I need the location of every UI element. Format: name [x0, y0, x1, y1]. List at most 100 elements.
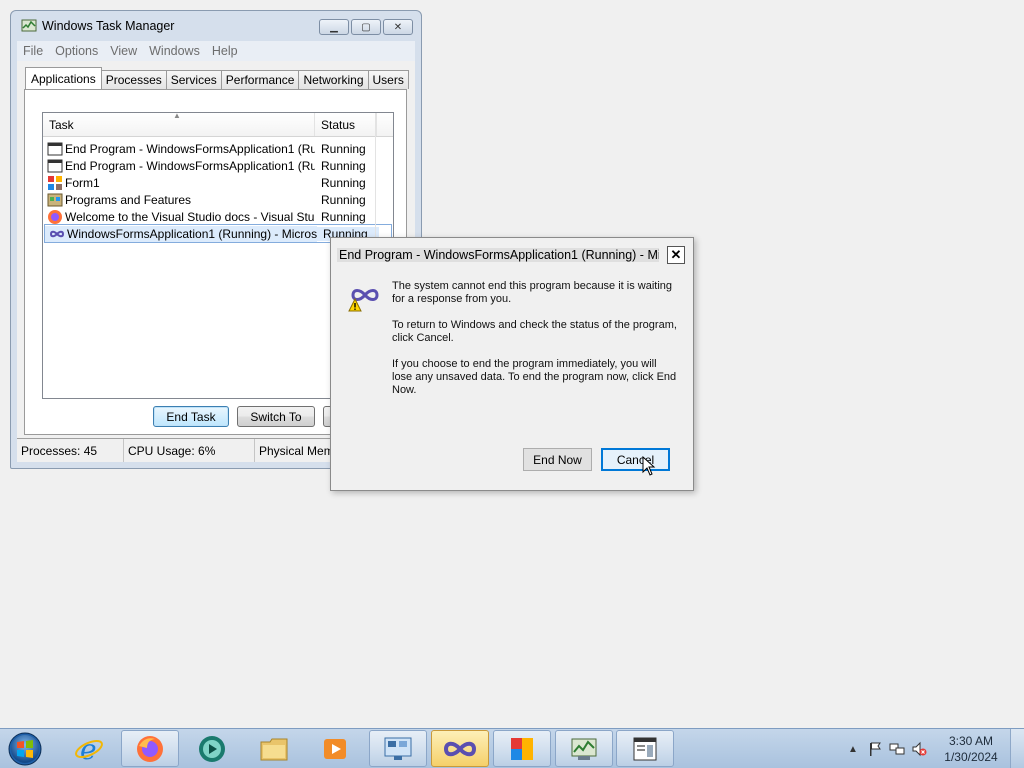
dialog-close-button[interactable]: ✕	[667, 246, 685, 264]
message-paragraph: If you choose to end the program immedia…	[392, 358, 677, 396]
network-icon[interactable]	[889, 741, 905, 757]
firefox-icon	[137, 735, 163, 762]
visual-studio-icon	[443, 741, 477, 756]
form-icon	[48, 175, 62, 190]
tab-performance[interactable]: Performance	[220, 70, 300, 89]
column-status-label: Status	[321, 117, 356, 132]
column-task[interactable]: ▲ Task	[43, 113, 315, 136]
clock-time: 3:30 AM	[948, 734, 994, 748]
task-manager-icon	[571, 738, 597, 760]
clock-date: 1/30/2024	[944, 750, 998, 764]
form1-icon	[511, 737, 533, 760]
taskbar: e ▲ 3:30 AM 1/30/2024	[0, 728, 1024, 768]
svg-text:e: e	[80, 734, 97, 764]
task-name: End Program - WindowsFormsApplication1 (…	[65, 141, 315, 156]
task-manager-icon	[21, 19, 37, 32]
menu-view[interactable]: View	[110, 44, 137, 58]
taskbar-form1[interactable]	[493, 730, 551, 767]
taskbar-visual-studio[interactable]	[431, 730, 489, 767]
end-task-button[interactable]: End Task	[153, 406, 229, 427]
tab-applications[interactable]: Applications	[25, 67, 102, 89]
menu-bar: File Options View Windows Help	[17, 41, 415, 61]
minimize-button[interactable]: ▁	[319, 19, 349, 35]
tab-strip: Applications Processes Services Performa…	[25, 67, 409, 89]
end-now-button[interactable]: End Now	[523, 448, 592, 471]
start-button-icon[interactable]	[6, 731, 44, 767]
file-explorer-icon	[260, 738, 288, 760]
switch-to-button[interactable]: Switch To	[237, 406, 315, 427]
task-rows: End Program - WindowsFormsApplication1 (…	[43, 137, 393, 243]
window-icon	[47, 142, 63, 155]
task-status: Running	[321, 209, 366, 224]
warning-program-icon	[348, 289, 379, 312]
window-icon	[47, 159, 63, 172]
message-paragraph: To return to Windows and check the statu…	[392, 319, 677, 344]
status-processes: Processes: 45	[17, 439, 124, 462]
taskbar-media-player[interactable]	[306, 730, 364, 767]
taskbar-firefox[interactable]	[121, 730, 179, 767]
media-player-icon	[324, 738, 346, 759]
task-status: Running	[321, 192, 366, 207]
task-name: WindowsFormsApplication1 (Running) - Mic…	[67, 226, 317, 241]
tab-services[interactable]: Services	[165, 70, 222, 89]
taskbar-control-panel[interactable]	[369, 730, 427, 767]
minimize-icon: ▁	[330, 21, 338, 33]
task-name: End Program - WindowsFormsApplication1 (…	[65, 158, 315, 173]
task-manager-titlebar[interactable]: Windows Task Manager ▁ ▢ ✕	[11, 11, 421, 41]
dialog-message: The system cannot end this program becau…	[392, 280, 677, 410]
programs-icon	[47, 193, 63, 206]
dialog-titlebar[interactable]: End Program - WindowsFormsApplication1 (…	[337, 244, 687, 266]
cancel-button[interactable]: Cancel	[601, 448, 670, 471]
task-status: Running	[321, 175, 366, 190]
close-button[interactable]: ✕	[383, 19, 413, 35]
menu-windows[interactable]: Windows	[149, 44, 200, 58]
show-hidden-icons-icon[interactable]: ▲	[845, 741, 861, 757]
menu-file[interactable]: File	[23, 44, 43, 58]
visual-studio-icon	[49, 230, 65, 237]
close-icon: ✕	[393, 21, 403, 33]
maximize-icon: ▢	[361, 21, 371, 33]
taskbar-task-manager[interactable]	[555, 730, 613, 767]
show-desktop-button[interactable]	[1010, 729, 1024, 768]
internet-explorer-icon: e	[75, 734, 103, 764]
column-status[interactable]: Status	[315, 113, 377, 136]
dialog-title: End Program - WindowsFormsApplication1 (…	[337, 248, 659, 262]
system-tray: ▲ 3:30 AM 1/30/2024	[842, 729, 1024, 768]
taskbar-internet-explorer[interactable]: e	[60, 730, 118, 767]
volume-muted-icon[interactable]	[911, 741, 927, 757]
table-row[interactable]: Form1 Running	[43, 174, 393, 191]
table-row[interactable]: Welcome to the Visual Studio docs - Visu…	[43, 208, 393, 225]
table-row[interactable]: End Program - WindowsFormsApplication1 (…	[43, 140, 393, 157]
notepad-window-icon	[633, 737, 657, 760]
task-name: Form1	[65, 175, 100, 190]
taskbar-window[interactable]	[616, 730, 674, 767]
maximize-button[interactable]: ▢	[351, 19, 381, 35]
end-program-dialog: End Program - WindowsFormsApplication1 (…	[330, 237, 694, 491]
list-header: ▲ Task Status	[43, 113, 393, 137]
table-row[interactable]: End Program - WindowsFormsApplication1 (…	[43, 157, 393, 174]
menu-help[interactable]: Help	[212, 44, 238, 58]
message-paragraph: The system cannot end this program becau…	[392, 280, 673, 305]
tab-networking[interactable]: Networking	[298, 70, 369, 89]
firefox-icon	[48, 209, 62, 224]
task-status: Running	[321, 141, 366, 156]
taskbar-file-explorer[interactable]	[245, 730, 303, 767]
clock[interactable]: 3:30 AM 1/30/2024	[936, 733, 1006, 765]
window-title: Windows Task Manager	[42, 19, 175, 33]
task-status: Running	[321, 158, 366, 173]
mouse-cursor-icon	[642, 456, 656, 476]
sort-ascending-icon: ▲	[173, 112, 181, 120]
taskbar-media-center[interactable]	[183, 730, 241, 767]
control-panel-icon	[384, 737, 412, 760]
tab-users[interactable]: Users	[367, 70, 409, 89]
menu-options[interactable]: Options	[55, 44, 98, 58]
task-name: Programs and Features	[65, 192, 192, 207]
close-icon: ✕	[670, 247, 682, 262]
status-cpu: CPU Usage: 6%	[124, 439, 255, 462]
tab-processes[interactable]: Processes	[100, 70, 167, 89]
task-name: Welcome to the Visual Studio docs - Visu…	[65, 209, 315, 224]
column-task-label: Task	[49, 117, 74, 132]
media-center-icon	[199, 735, 225, 762]
table-row[interactable]: Programs and Features Running	[43, 191, 393, 208]
action-center-flag-icon[interactable]	[867, 741, 883, 757]
